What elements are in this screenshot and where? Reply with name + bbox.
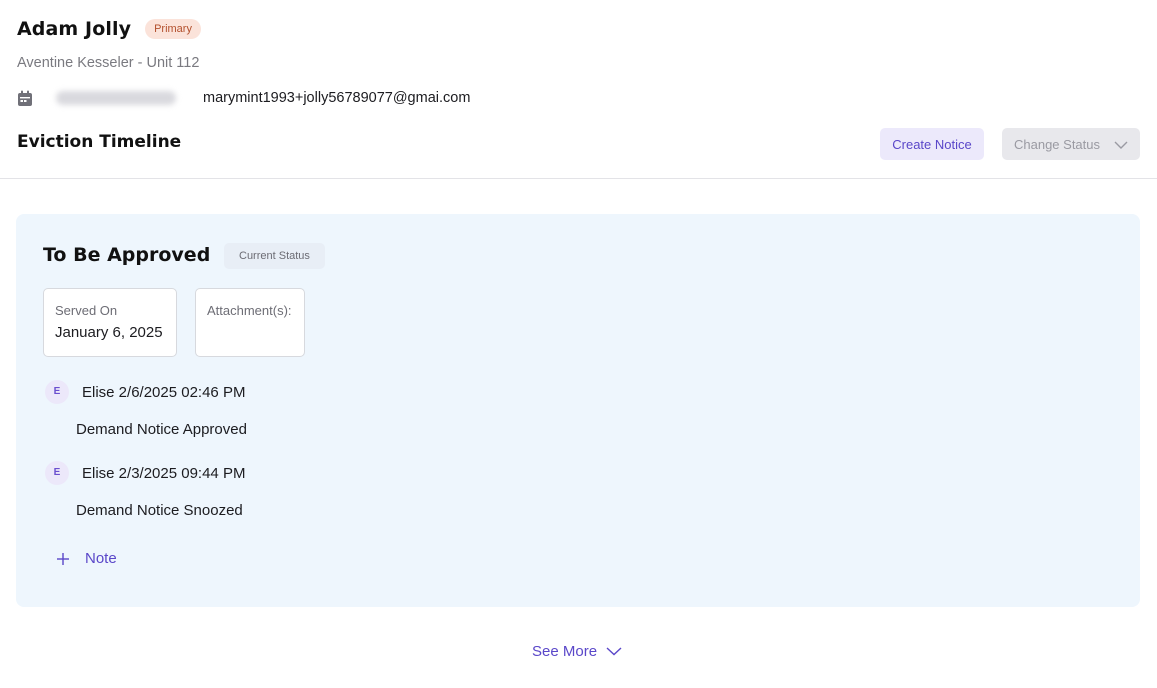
contact-row: marymint1993+jolly56789077@gmai.com: [17, 88, 470, 108]
attachments-label: Attachment(s):: [207, 303, 292, 318]
entry-author-date: Elise 2/6/2025 02:46 PM: [82, 383, 246, 401]
avatar: E: [45, 461, 69, 485]
divider: [0, 178, 1157, 179]
property-unit: Aventine Kesseler - Unit 112: [17, 55, 200, 71]
served-on-value: January 6, 2025: [55, 324, 163, 341]
chevron-down-icon: [1114, 138, 1128, 153]
add-note-label: Note: [85, 550, 117, 567]
tenant-header: Adam Jolly Primary: [17, 18, 201, 40]
current-status-badge: Current Status: [224, 243, 325, 269]
served-on-label: Served On: [55, 303, 118, 318]
change-status-label: Change Status: [1014, 136, 1101, 152]
add-note-button[interactable]: Note: [56, 550, 117, 567]
calendar-icon: [17, 90, 33, 107]
plus-icon: [56, 552, 70, 566]
attachments-box: Attachment(s):: [195, 288, 305, 357]
phone-number-redacted: [56, 91, 176, 105]
entry-description: Demand Notice Approved: [76, 421, 247, 438]
primary-badge: Primary: [145, 19, 201, 39]
status-card: To Be Approved Current Status Served On …: [16, 214, 1140, 607]
entry-author-date: Elise 2/3/2025 09:44 PM: [82, 464, 246, 482]
status-title: To Be Approved: [43, 244, 211, 266]
section-title: Eviction Timeline: [17, 132, 182, 152]
page: Adam Jolly Primary Aventine Kesseler - U…: [0, 0, 1157, 688]
see-more-label: See More: [532, 643, 598, 660]
chevron-down-icon: [606, 643, 622, 660]
avatar: E: [45, 380, 69, 404]
tenant-email[interactable]: marymint1993+jolly56789077@gmai.com: [203, 90, 470, 106]
timeline-entry: E Elise 2/6/2025 02:46 PM: [45, 380, 245, 404]
served-on-box: Served On January 6, 2025: [43, 288, 177, 357]
see-more-button[interactable]: See More: [532, 643, 622, 660]
timeline-entry: E Elise 2/3/2025 09:44 PM: [45, 461, 245, 485]
tenant-name: Adam Jolly: [17, 18, 132, 40]
entry-description: Demand Notice Snoozed: [76, 502, 243, 519]
change-status-button[interactable]: Change Status: [1002, 128, 1140, 160]
create-notice-button[interactable]: Create Notice: [880, 128, 984, 160]
